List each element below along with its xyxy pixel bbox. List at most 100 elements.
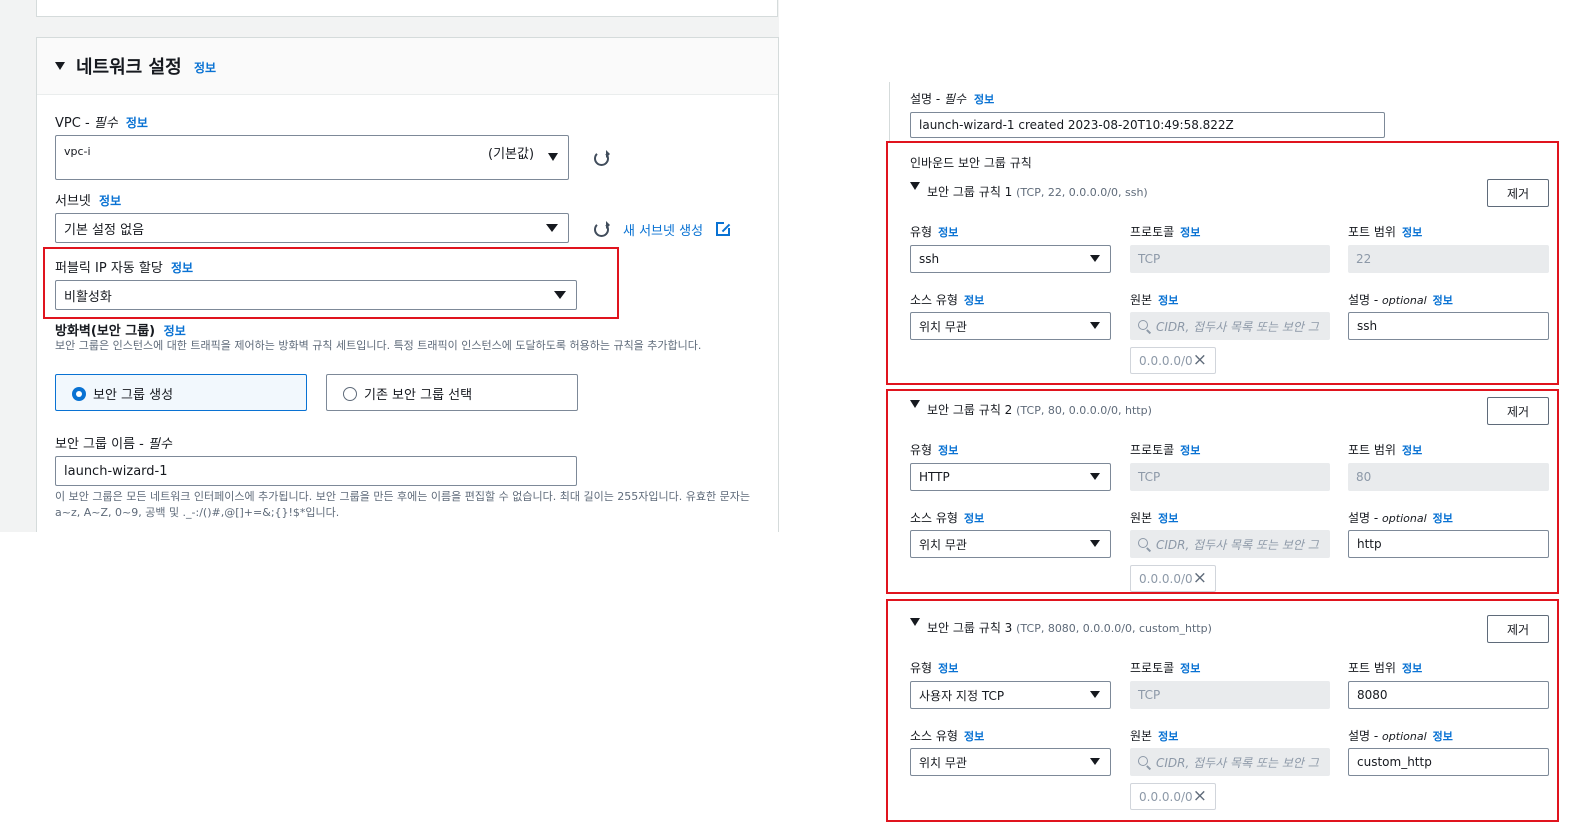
previous-section-card: [36, 0, 778, 17]
public-ip-info-link[interactable]: 정보: [171, 261, 193, 275]
info-link[interactable]: 정보: [1158, 512, 1178, 525]
firewall-label-text: 방화벽(보안 그룹): [55, 324, 156, 339]
field-label-text: 포트 범위: [1348, 225, 1396, 239]
subnet-select[interactable]: 기본 설정 없음: [55, 213, 569, 243]
rule-3-title: 보안 그룹 규칙 3: [927, 621, 1017, 635]
rule-3-source-search[interactable]: CIDR, 접두사 목록 또는 보안 그: [1130, 748, 1330, 776]
field-label-text: 원본: [1130, 729, 1153, 743]
collapse-caret-icon[interactable]: [55, 62, 65, 70]
field-label: 원본 정보: [1130, 291, 1178, 308]
info-link[interactable]: 정보: [1402, 444, 1422, 457]
vpc-select[interactable]: vpc-i (기본값): [55, 135, 569, 180]
rule-1-port-field: 22: [1348, 245, 1549, 273]
rule-2-highlight: [886, 389, 1559, 594]
info-link[interactable]: 정보: [1433, 294, 1453, 307]
rule-3-port-input[interactable]: 8080: [1348, 681, 1549, 709]
rule-1-type-select[interactable]: ssh: [910, 245, 1111, 273]
rule-1-header: 보안 그룹 규칙 1 (TCP, 22, 0.0.0.0/0, ssh): [927, 183, 1148, 200]
inbound-rules-title: 인바운드 보안 그룹 규칙: [910, 156, 1032, 170]
rule-2-remove-button[interactable]: 제거: [1487, 397, 1549, 425]
rule-3-description-input[interactable]: custom_http: [1348, 748, 1549, 776]
info-link[interactable]: 정보: [938, 662, 958, 675]
rule-3-caret-icon[interactable]: [910, 618, 920, 626]
subnet-info-link[interactable]: 정보: [99, 194, 121, 208]
close-icon[interactable]: ×: [1193, 786, 1207, 806]
sg-name-hint: 이 보안 그룹은 모든 네트워크 인터페이스에 추가됩니다. 보안 그룹을 만든…: [55, 490, 750, 519]
chevron-down-icon: [1090, 758, 1100, 765]
info-link[interactable]: 정보: [938, 226, 958, 239]
info-link[interactable]: 정보: [1402, 662, 1422, 675]
field-label: 프로토콜 정보: [1130, 441, 1200, 458]
subnet-label-text: 서브넷: [55, 194, 91, 209]
field-label: 소스 유형 정보: [910, 727, 984, 744]
sg-name-input[interactable]: launch-wizard-1: [55, 456, 577, 486]
info-link[interactable]: 정보: [1433, 512, 1453, 525]
description-input[interactable]: launch-wizard-1 created 2023-08-20T10:49…: [910, 112, 1385, 138]
rule-1-caret-icon[interactable]: [910, 182, 920, 190]
description-info-link[interactable]: 정보: [974, 93, 994, 106]
sg-name-label-text: 보안 그룹 이름 -: [55, 437, 148, 452]
right-panel-left-border: [889, 82, 890, 142]
vpc-refresh-icon[interactable]: [594, 150, 610, 166]
firewall-label: 방화벽(보안 그룹) 정보: [55, 320, 186, 339]
rule-1-source-search[interactable]: CIDR, 접두사 목록 또는 보안 그: [1130, 312, 1330, 340]
info-link[interactable]: 정보: [1158, 294, 1178, 307]
rule-2-source-type-value: 위치 무관: [919, 537, 967, 552]
description-required: 필수: [944, 92, 967, 106]
rule-3-source-type-select[interactable]: 위치 무관: [910, 748, 1111, 776]
firewall-info-link[interactable]: 정보: [164, 324, 186, 338]
field-label: 원본 정보: [1130, 727, 1178, 744]
source-placeholder: CIDR, 접두사 목록 또는 보안 그: [1156, 755, 1319, 770]
rule-2-type-select[interactable]: HTTP: [910, 463, 1111, 491]
chevron-down-icon: [1090, 255, 1100, 262]
external-link-icon[interactable]: [716, 220, 732, 236]
info-link[interactable]: 정보: [1180, 444, 1200, 457]
create-sg-option[interactable]: 보안 그룹 생성: [55, 374, 307, 411]
info-link[interactable]: 정보: [964, 294, 984, 307]
info-link[interactable]: 정보: [1158, 730, 1178, 743]
cidr-value: 0.0.0.0/0: [1139, 789, 1193, 804]
rule-2-source-search[interactable]: CIDR, 접두사 목록 또는 보안 그: [1130, 530, 1330, 558]
chevron-down-icon: [548, 153, 558, 161]
info-link[interactable]: 정보: [964, 512, 984, 525]
existing-sg-option[interactable]: 기존 보안 그룹 선택: [326, 374, 578, 411]
field-label: 유형 정보: [910, 659, 958, 676]
info-link[interactable]: 정보: [1180, 226, 1200, 239]
field-label-text: 프로토콜: [1130, 661, 1175, 675]
rule-1-description-input[interactable]: ssh: [1348, 312, 1549, 340]
field-label-text: 유형: [910, 225, 933, 239]
rule-2-protocol-field: TCP: [1130, 463, 1330, 491]
field-label: 소스 유형 정보: [910, 509, 984, 526]
rule-3-type-value: 사용자 지정 TCP: [919, 688, 1005, 703]
subnet-label: 서브넷 정보: [55, 190, 121, 209]
subnet-refresh-icon[interactable]: [594, 221, 610, 237]
rule-1-remove-button[interactable]: 제거: [1487, 179, 1549, 207]
rule-2-source-type-select[interactable]: 위치 무관: [910, 530, 1111, 558]
rule-3-remove-button[interactable]: 제거: [1487, 615, 1549, 643]
close-icon[interactable]: ×: [1193, 350, 1207, 370]
rule-2-caret-icon[interactable]: [910, 400, 920, 408]
info-link[interactable]: 정보: [1402, 226, 1422, 239]
field-label: 포트 범위 정보: [1348, 659, 1422, 676]
rule-1-source-type-select[interactable]: 위치 무관: [910, 312, 1111, 340]
field-label: 설명 - optional 정보: [1348, 291, 1453, 308]
rule-2-description-input[interactable]: http: [1348, 530, 1549, 558]
field-label-text: 포트 범위: [1348, 661, 1396, 675]
vpc-required: 필수: [93, 116, 118, 131]
field-label: 프로토콜 정보: [1130, 223, 1200, 240]
field-label-text: 유형: [910, 443, 933, 457]
info-link[interactable]: 정보: [964, 730, 984, 743]
info-link[interactable]: 정보: [1433, 730, 1453, 743]
rule-3-type-select[interactable]: 사용자 지정 TCP: [910, 681, 1111, 709]
close-icon[interactable]: ×: [1193, 568, 1207, 588]
section-info-link[interactable]: 정보: [194, 59, 216, 76]
info-link[interactable]: 정보: [1180, 662, 1200, 675]
vpc-info-link[interactable]: 정보: [126, 116, 148, 130]
source-placeholder: CIDR, 접두사 목록 또는 보안 그: [1156, 319, 1319, 334]
rule-3-source-type-value: 위치 무관: [919, 755, 967, 770]
create-subnet-link[interactable]: 새 서브넷 생성: [623, 220, 703, 239]
public-ip-select[interactable]: 비활성화: [55, 280, 577, 310]
rule-1-cidr-token: 0.0.0.0/0 ×: [1130, 347, 1216, 374]
subnet-value: 기본 설정 없음: [64, 222, 145, 238]
info-link[interactable]: 정보: [938, 444, 958, 457]
